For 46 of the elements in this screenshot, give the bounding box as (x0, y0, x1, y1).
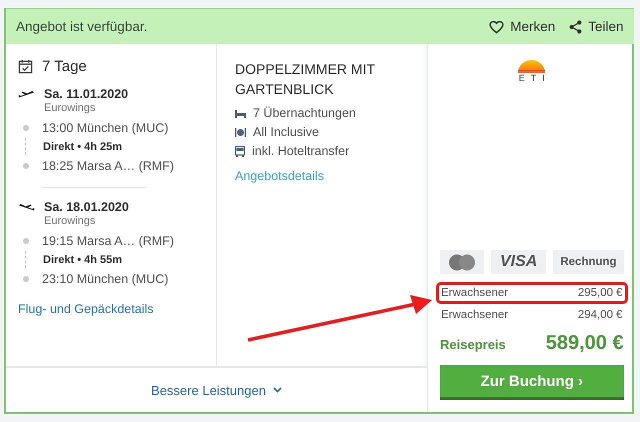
flight-date: Sa. 11.01.2020 (44, 87, 128, 101)
timeline-dot (23, 162, 29, 168)
availability-text: Angebot ist verfügbar. (16, 19, 148, 34)
save-button[interactable]: Merken (489, 19, 556, 34)
plane-icon (18, 90, 35, 100)
total-price: 589,00 € (546, 332, 624, 355)
trip-duration: 7 Tage (42, 58, 87, 75)
arrival-text: 18:25 Marsa A… (RMF) (42, 158, 174, 172)
offer-details-link[interactable]: Angebotsdetails (235, 169, 324, 183)
airline-name: Eurowings (44, 215, 96, 227)
arrival-text: 23:10 München (MUC) (42, 272, 168, 286)
flight-duration: Direkt • 4h 55m (43, 254, 122, 266)
calendar-icon (18, 59, 33, 74)
flight-date: Sa. 18.01.2020 (44, 200, 129, 214)
total-label: Reisepreis (440, 337, 506, 352)
chevron-down-icon (272, 387, 282, 393)
timeline-dot (23, 238, 29, 244)
departure-text: 19:15 Marsa A… (RMF) (42, 234, 174, 248)
timeline-dot (23, 124, 29, 130)
share-button[interactable]: Teilen (569, 19, 624, 34)
room-feature: 7 Übernachtungen (253, 105, 356, 122)
bed-icon (235, 110, 246, 118)
heart-icon (489, 20, 504, 34)
price-label: Erwachsener (441, 287, 508, 299)
flight-details-link[interactable]: Flug- und Gepäckdetails (18, 302, 154, 316)
bus-icon (235, 146, 245, 157)
room-title: DOPPELZIMMER MIT GARTENBLICK (235, 60, 376, 99)
plane-icon (18, 203, 35, 213)
room-feature: All Inclusive (253, 124, 319, 141)
plate-icon (235, 128, 246, 137)
timeline-dot (23, 276, 29, 282)
booking-button[interactable]: Zur Buchung › (440, 365, 624, 400)
visa-badge: VISA (491, 250, 546, 274)
logo-text: ETI (518, 73, 551, 83)
departure-text: 13:00 München (MUC) (42, 120, 168, 134)
price-label: Erwachsener (441, 309, 508, 321)
price-amount: 294,00 € (578, 309, 623, 321)
share-icon (569, 20, 582, 34)
invoice-badge: Rechnung (553, 250, 624, 274)
card-logo-icon (447, 254, 477, 270)
more-services-link[interactable]: Bessere Leistungen (151, 382, 282, 398)
airline-name: Eurowings (44, 102, 96, 114)
room-feature: inkl. Hoteltransfer (252, 143, 350, 160)
flight-duration: Direkt • 4h 25m (43, 140, 122, 152)
price-amount: 295,00 € (578, 287, 623, 299)
sun-icon (518, 60, 546, 73)
